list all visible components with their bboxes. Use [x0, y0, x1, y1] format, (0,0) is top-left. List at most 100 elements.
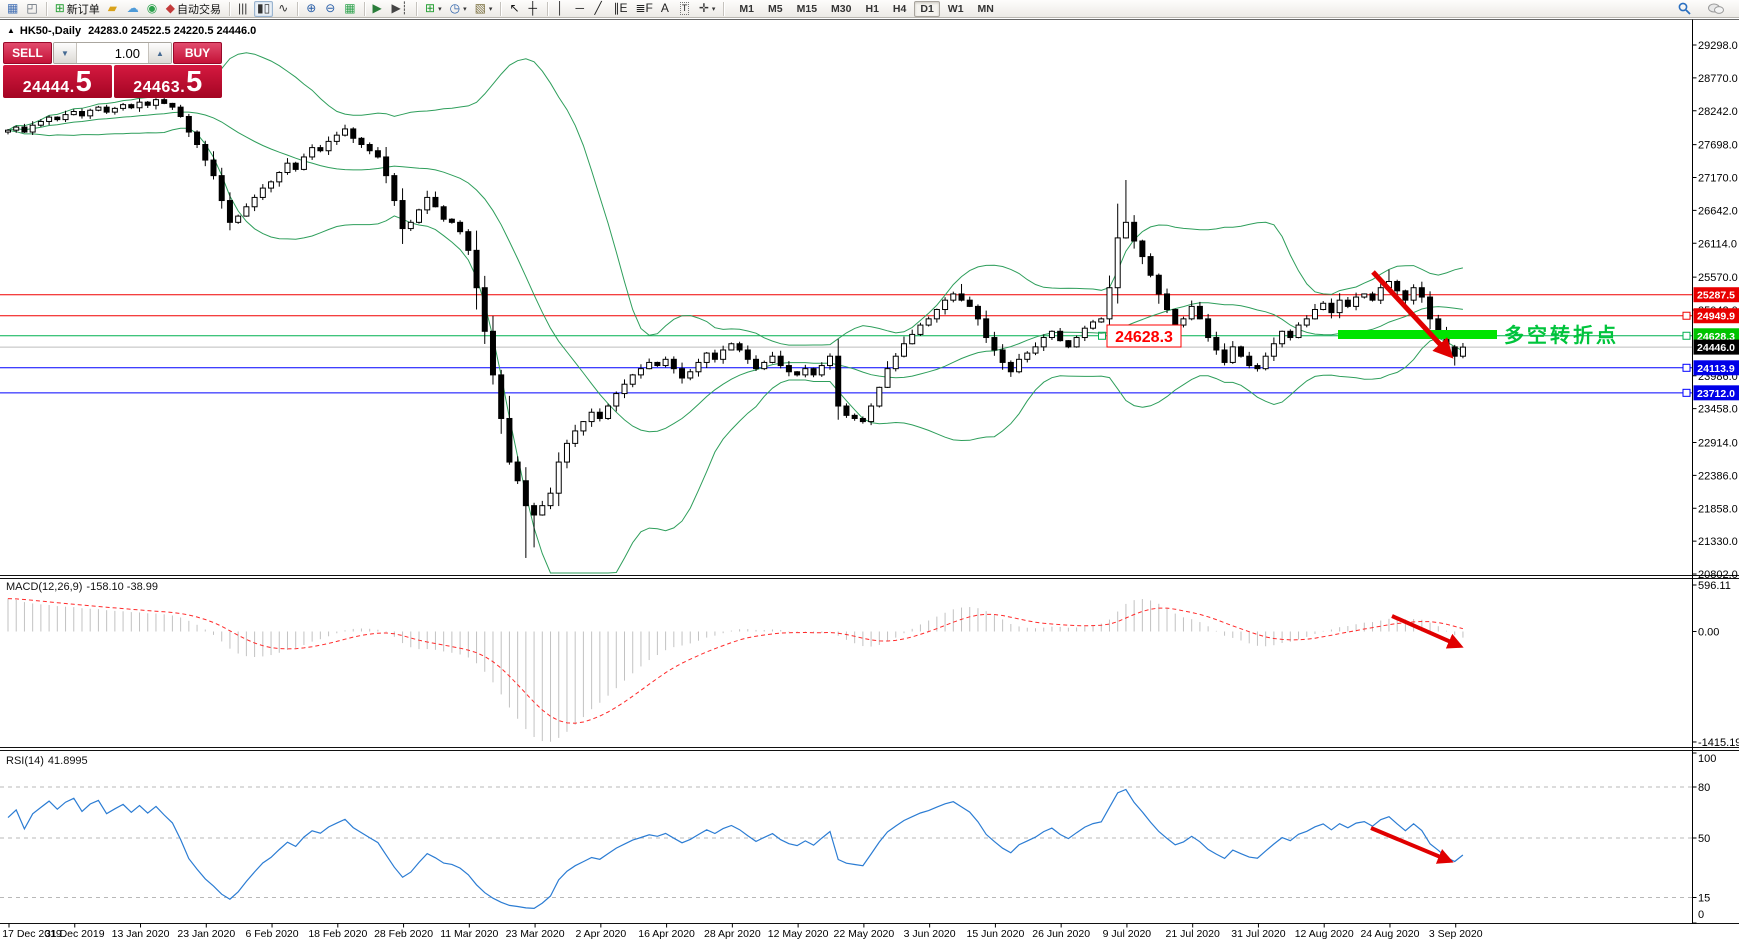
sell-button[interactable]: SELL: [3, 42, 52, 64]
periods-button[interactable]: ◷ ▾: [447, 1, 470, 17]
zoom-out-button[interactable]: ⊖: [322, 1, 339, 17]
chevron-down-icon: ▾: [711, 5, 716, 13]
buy-price-big-digit: 5: [186, 66, 203, 98]
date-label: 31 Jul 2020: [1231, 928, 1285, 940]
date-label: 28 Apr 2020: [704, 928, 761, 940]
price-chart[interactable]: 29298.0 28770.0 28242.0 27698.0 27170.0 26642…: [0, 18, 1739, 944]
arrows-tool-button[interactable]: ✛ ▾: [696, 1, 719, 17]
fibonacci-icon: ≣F: [635, 1, 653, 15]
chat-button[interactable]: [1705, 1, 1727, 17]
svg-text:50: 50: [1698, 833, 1710, 845]
cursor-button[interactable]: ↖: [506, 1, 523, 17]
trendline-icon: ╱: [594, 1, 602, 15]
fibonacci-button[interactable]: ≣F: [632, 1, 655, 17]
search-icon: [1678, 2, 1691, 15]
auto-scroll-icon: ▶: [372, 1, 382, 15]
svg-text:0.00: 0.00: [1698, 627, 1719, 639]
zoom-in-icon: ⊕: [306, 1, 317, 15]
templates-button[interactable]: ▧ ▾: [472, 1, 496, 17]
level-handle[interactable]: [1682, 311, 1691, 320]
tile-windows-icon: ▦: [344, 1, 356, 15]
support-zone-highlight[interactable]: [1338, 330, 1497, 339]
toolbar-separator: [416, 1, 417, 16]
level-handle[interactable]: [1682, 363, 1691, 372]
turning-point-label: 多空转折点: [1504, 323, 1619, 347]
eraser-button[interactable]: ▰: [105, 1, 122, 17]
timeframe-mn-button[interactable]: MN: [972, 1, 1000, 17]
svg-text:24446.0: 24446.0: [1697, 342, 1735, 354]
sell-price[interactable]: 24444. 5: [3, 65, 112, 98]
date-label: 21 Jul 2020: [1166, 928, 1220, 940]
collapse-icon[interactable]: ▲: [7, 26, 15, 35]
date-label: 9 Jul 2020: [1103, 928, 1152, 940]
indicators-icon: ⊞: [425, 1, 436, 15]
text-label-button[interactable]: T: [677, 1, 694, 17]
sell-price-main: 24444.: [22, 79, 75, 96]
horizontal-line-button[interactable]: ─: [572, 1, 589, 17]
text-label-icon: T: [679, 2, 690, 15]
svg-text:24949.9: 24949.9: [1697, 311, 1735, 323]
navigator-button[interactable]: ◰: [23, 1, 40, 17]
svg-text:-1415.19: -1415.19: [1698, 737, 1739, 749]
volume-decrement-button[interactable]: ▼: [54, 43, 77, 63]
vertical-line-icon: │: [556, 1, 564, 15]
candlestick-chart-button[interactable]: ▮▯: [253, 0, 274, 17]
templates-icon: ▧: [474, 1, 486, 15]
zoom-in-button[interactable]: ⊕: [303, 1, 320, 17]
line-chart-button[interactable]: ∿: [275, 1, 292, 17]
chart-windows-button[interactable]: ▦: [4, 1, 21, 17]
chart-background: [0, 18, 1739, 944]
timeframe-m30-button[interactable]: M30: [825, 1, 857, 17]
toolbar-separator: [723, 1, 725, 16]
search-button[interactable]: [1675, 1, 1695, 17]
toolbar-buttons: ▦ ◰ ⊞ 新订单 ▰ ☁ ◉ ◆ 自动交易 ||| ▮▯ ∿ ⊕ ⊖ ▦ ▶ ▶┊ ⊞ ▾ ◷ ▾ ▧ ▾ ↖ ┼ │ ─ ╱ ∥E ≣…: [3, 0, 728, 18]
svg-text:24113.9: 24113.9: [1697, 363, 1735, 375]
crosshair-button[interactable]: ┼: [525, 1, 542, 17]
indicators-button[interactable]: ⊞ ▾: [422, 1, 445, 17]
eraser-icon: ▰: [107, 1, 117, 15]
date-label: 23 Jan 2020: [177, 928, 235, 940]
level-handle[interactable]: [1682, 388, 1691, 397]
date-label: 11 Mar 2020: [440, 928, 498, 940]
timeframe-w1-button[interactable]: W1: [942, 1, 970, 17]
macd-indicator-label: MACD(12,26,9) -158.10 -38.99: [6, 581, 158, 593]
volume-input[interactable]: [77, 43, 148, 63]
equidistant-channel-button[interactable]: ∥E: [610, 1, 630, 17]
level-handle[interactable]: [1682, 331, 1691, 340]
chart-shift-button[interactable]: ▶┊: [389, 1, 411, 17]
signal-button[interactable]: ◉: [144, 1, 161, 17]
chat-icon: [1708, 3, 1724, 14]
buy-button[interactable]: BUY: [173, 42, 222, 64]
timeframe-h4-button[interactable]: H4: [887, 1, 912, 17]
date-label: 24 Aug 2020: [1360, 928, 1419, 940]
timeframe-m1-button[interactable]: M1: [733, 1, 760, 17]
tile-windows-button[interactable]: ▦: [341, 1, 358, 17]
new-order-button-label: 新订单: [66, 3, 100, 16]
autotrading-button[interactable]: ◆ 自动交易: [163, 1, 224, 17]
svg-text:25570.0: 25570.0: [1698, 272, 1738, 284]
text-button[interactable]: A: [658, 1, 675, 17]
date-label: 13 Jan 2020: [112, 928, 170, 940]
timeframe-d1-button[interactable]: D1: [914, 0, 940, 17]
auto-scroll-button[interactable]: ▶: [370, 1, 387, 17]
trendline-button[interactable]: ╱: [591, 1, 608, 17]
timeframe-m15-button[interactable]: M15: [791, 1, 823, 17]
one-click-trading-panel: SELL ▼ ▲ BUY 24444.5 24463.5: [3, 42, 222, 98]
bar-chart-button[interactable]: |||: [235, 1, 252, 17]
timeframe-h1-button[interactable]: H1: [859, 1, 884, 17]
new-order-button[interactable]: ⊞ 新订单: [52, 1, 103, 17]
symbol-period-label: HK50-,Daily: [19, 25, 82, 37]
vertical-line-button[interactable]: │: [553, 1, 570, 17]
arrows-tool-icon: ✛: [698, 1, 709, 15]
buy-price[interactable]: 24463. 5: [113, 65, 222, 98]
date-label: 28 Feb 2020: [374, 928, 433, 940]
date-label: 22 May 2020: [834, 928, 895, 940]
cloud-button[interactable]: ☁: [124, 1, 142, 17]
toolbar: ▦ ◰ ⊞ 新订单 ▰ ☁ ◉ ◆ 自动交易 ||| ▮▯ ∿ ⊕ ⊖ ▦ ▶ ▶┊ ⊞ ▾ ◷ ▾ ▧ ▾ ↖ ┼ │ ─ ╱ ∥E ≣…: [0, 0, 1739, 18]
date-label: 12 Aug 2020: [1295, 928, 1354, 940]
svg-text:0: 0: [1698, 909, 1704, 921]
toolbar-separator: [228, 1, 230, 16]
volume-increment-button[interactable]: ▲: [148, 43, 171, 63]
timeframe-m5-button[interactable]: M5: [762, 1, 789, 17]
chevron-down-icon: ▾: [463, 5, 467, 13]
